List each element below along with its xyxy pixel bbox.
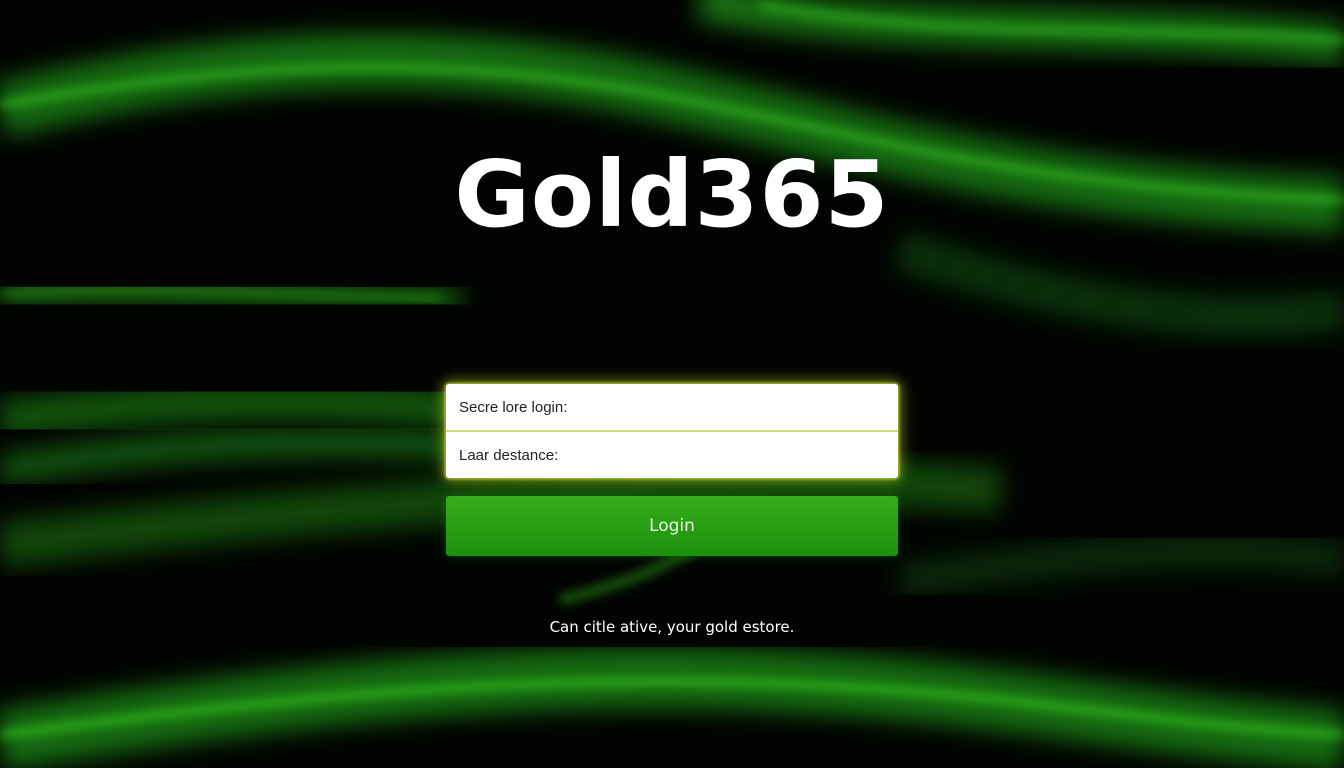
username-input[interactable] [446, 384, 898, 430]
tagline-text: Can citle ative, your gold estore. [549, 618, 795, 636]
login-page: Gold365 Login Can citle ative, your gold… [0, 0, 1344, 768]
login-form [446, 384, 898, 478]
password-input[interactable] [446, 432, 898, 478]
brand-logo: Gold365 [454, 141, 890, 248]
login-button[interactable]: Login [446, 496, 898, 556]
